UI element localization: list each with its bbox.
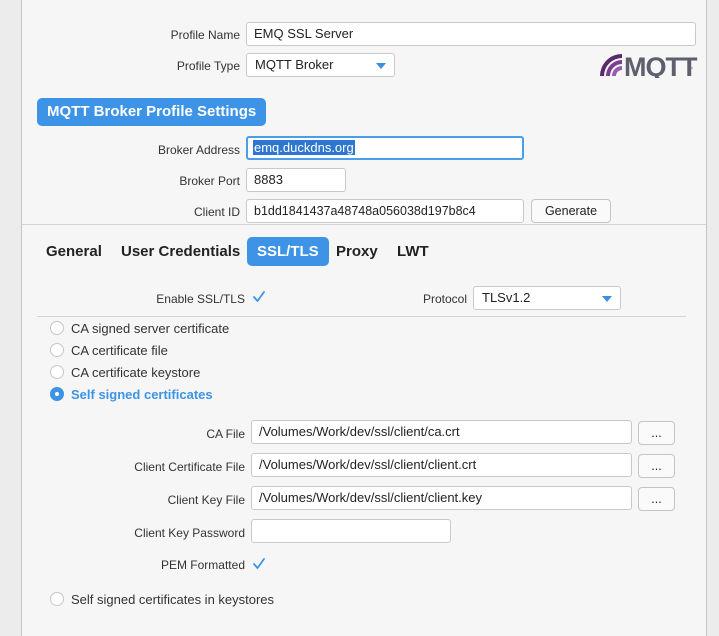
client-key-label: Client Key File	[167, 493, 245, 507]
client-key-browse-button[interactable]: ...	[638, 487, 675, 511]
protocol-select[interactable]: TLSv1.2	[473, 286, 621, 310]
protocol-label: Protocol	[422, 292, 467, 306]
client-key-input[interactable]: /Volumes/Work/dev/ssl/client/client.key	[251, 486, 632, 510]
profile-name-input[interactable]: EMQ SSL Server	[246, 22, 696, 46]
profile-type-select[interactable]: MQTT Broker	[246, 53, 395, 77]
radio-label-self-signed-keystores: Self signed certificates in keystores	[71, 592, 275, 607]
radio-self-signed-certificates[interactable]	[50, 387, 64, 401]
client-id-label: Client ID	[193, 205, 240, 219]
generate-button[interactable]: Generate	[531, 199, 611, 223]
client-key-password-label: Client Key Password	[134, 526, 245, 540]
enable-ssl-label: Enable SSL/TLS	[156, 292, 245, 306]
client-cert-browse-button[interactable]: ...	[638, 454, 675, 478]
radio-label-ca-signed-server: CA signed server certificate	[71, 321, 230, 336]
profile-type-value: MQTT Broker	[255, 57, 334, 72]
client-key-password-input[interactable]	[251, 519, 451, 543]
ca-file-input[interactable]: /Volumes/Work/dev/ssl/client/ca.crt	[251, 420, 632, 444]
radio-self-signed-keystores[interactable]	[50, 592, 64, 606]
radio-label-ca-certificate-file: CA certificate file	[71, 343, 168, 358]
client-cert-label: Client Certificate File	[134, 460, 245, 474]
protocol-value: TLSv1.2	[482, 290, 531, 305]
divider	[37, 316, 686, 317]
profile-name-label: Profile Name	[170, 28, 240, 42]
divider	[22, 224, 706, 225]
broker-settings-header: MQTT Broker Profile Settings	[37, 98, 267, 126]
radio-ca-signed-server[interactable]	[50, 321, 64, 335]
broker-address-input[interactable]: emq.duckdns.org	[246, 136, 524, 160]
tab-lwt[interactable]: LWT	[397, 237, 429, 266]
chevron-down-icon	[602, 296, 612, 302]
profile-type-label: Profile Type	[176, 59, 240, 73]
logo-sub: org	[687, 66, 693, 75]
radio-ca-certificate-file[interactable]	[50, 343, 64, 357]
tab-user-credentials[interactable]: User Credentials	[121, 237, 240, 266]
pem-formatted-label: PEM Formatted	[160, 558, 245, 572]
radio-ca-certificate-keystore[interactable]	[50, 365, 64, 379]
broker-port-label: Broker Port	[179, 174, 240, 188]
checkmark-icon	[253, 291, 265, 302]
checkmark-icon	[253, 558, 265, 569]
broker-address-label: Broker Address	[157, 143, 240, 157]
radio-label-self-signed-certificates: Self signed certificates	[71, 387, 213, 402]
enable-ssl-checkbox[interactable]	[252, 290, 266, 304]
broker-address-value: emq.duckdns.org	[253, 140, 355, 155]
tab-general[interactable]: General	[46, 237, 102, 266]
tab-ssl-tls[interactable]: SSL/TLS	[247, 237, 329, 266]
ca-file-browse-button[interactable]: ...	[638, 421, 675, 445]
chevron-down-icon	[376, 63, 386, 69]
mqtt-logo: MQTT org	[600, 52, 698, 78]
client-id-input[interactable]: b1dd1841437a48748a056038d197b8c4	[246, 199, 524, 223]
broker-port-input[interactable]: 8883	[246, 168, 346, 192]
ca-file-label: CA File	[206, 427, 245, 441]
tab-proxy[interactable]: Proxy	[336, 237, 378, 266]
client-cert-input[interactable]: /Volumes/Work/dev/ssl/client/client.crt	[251, 453, 632, 477]
radio-label-ca-certificate-keystore: CA certificate keystore	[71, 365, 201, 380]
pem-formatted-checkbox[interactable]	[252, 557, 266, 571]
